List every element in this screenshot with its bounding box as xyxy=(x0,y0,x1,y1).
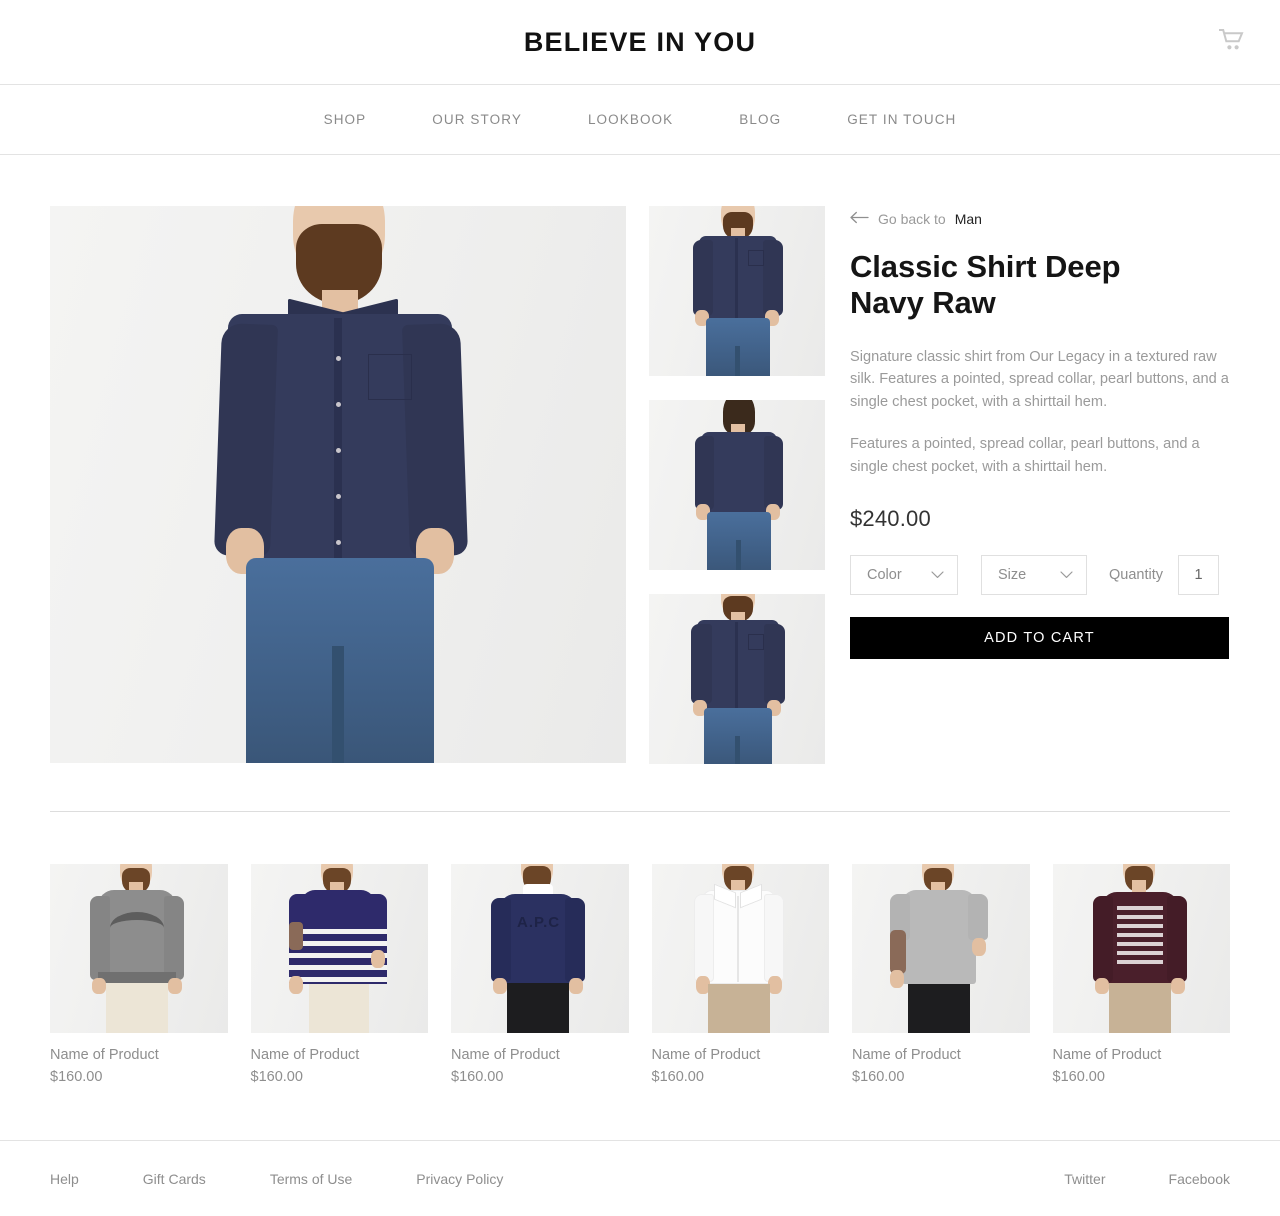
nav-item-our-story[interactable]: OUR STORY xyxy=(399,112,555,127)
product-card-image[interactable] xyxy=(852,864,1030,1033)
main-navigation: SHOP OUR STORY LOOKBOOK BLOG GET IN TOUC… xyxy=(0,85,1280,155)
product-card-image[interactable] xyxy=(651,864,829,1033)
product-card-image[interactable] xyxy=(50,864,228,1033)
product-options: Color Size Quantity xyxy=(850,554,1230,595)
product-card-price: $160.00 xyxy=(651,1069,704,1085)
cart-button[interactable] xyxy=(1212,22,1252,62)
product-card[interactable]: A.P.C Name of Product $160.00 xyxy=(451,864,629,1085)
product-card[interactable]: Name of Product $160.00 xyxy=(1052,864,1230,1085)
product-card-image[interactable] xyxy=(250,864,428,1033)
product-card-name: Name of Product xyxy=(651,1047,761,1063)
product-card-price: $160.00 xyxy=(50,1069,103,1085)
product-card-name: Name of Product xyxy=(451,1047,560,1063)
product-section: Go back to Man Classic Shirt Deep Navy R… xyxy=(0,155,1280,764)
footer-left-links: Help Gift Cards Terms of Use Privacy Pol… xyxy=(50,1171,567,1187)
color-select[interactable]: Color xyxy=(850,554,958,595)
product-description-1: Signature classic shirt from Our Legacy … xyxy=(850,348,1229,410)
related-products-grid: Name of Product $160.00 Name of Product … xyxy=(50,864,1230,1085)
product-price: $240.00 xyxy=(850,505,931,531)
product-card-price: $160.00 xyxy=(250,1069,303,1085)
product-thumbnail-2[interactable] xyxy=(649,400,825,570)
product-thumbnail-list xyxy=(649,206,825,764)
product-thumbnail-1[interactable] xyxy=(649,206,825,376)
chevron-down-icon xyxy=(931,570,944,579)
product-card-image[interactable] xyxy=(1052,864,1230,1033)
product-card-image[interactable]: A.P.C xyxy=(451,864,629,1033)
quantity-label: Quantity xyxy=(1109,566,1163,583)
go-back-category: Man xyxy=(954,211,982,227)
product-card-price: $160.00 xyxy=(1052,1069,1105,1085)
arrow-left-icon xyxy=(850,211,869,227)
quantity-input[interactable] xyxy=(1178,554,1219,595)
go-back-prefix: Go back to xyxy=(878,211,946,227)
site-footer: Help Gift Cards Terms of Use Privacy Pol… xyxy=(0,1140,1280,1216)
footer-link-facebook[interactable]: Facebook xyxy=(1169,1171,1230,1187)
footer-link-help[interactable]: Help xyxy=(50,1171,79,1187)
product-card-name: Name of Product xyxy=(50,1047,159,1063)
section-divider xyxy=(50,811,1230,812)
page-title: Classic Shirt Deep Navy Raw xyxy=(850,249,1121,321)
product-card[interactable]: Name of Product $160.00 xyxy=(250,864,428,1085)
product-card-price: $160.00 xyxy=(451,1069,504,1085)
shopping-cart-icon xyxy=(1219,28,1245,57)
product-description-2: Features a pointed, spread collar, pearl… xyxy=(850,436,1200,475)
product-card[interactable]: Name of Product $160.00 xyxy=(852,864,1030,1085)
footer-link-privacy-policy[interactable]: Privacy Policy xyxy=(416,1171,503,1187)
nav-item-lookbook[interactable]: LOOKBOOK xyxy=(555,112,706,127)
product-card-price: $160.00 xyxy=(852,1069,905,1085)
product-details: Go back to Man Classic Shirt Deep Navy R… xyxy=(850,206,1230,764)
go-back-link[interactable]: Go back to Man xyxy=(850,211,982,227)
product-card[interactable]: Name of Product $160.00 xyxy=(50,864,228,1085)
footer-link-terms-of-use[interactable]: Terms of Use xyxy=(270,1171,352,1187)
product-card-name: Name of Product xyxy=(1052,1047,1162,1063)
product-card-name: Name of Product xyxy=(250,1047,360,1063)
nav-item-blog[interactable]: BLOG xyxy=(706,112,814,127)
chevron-down-icon xyxy=(1060,570,1073,579)
product-card-name: Name of Product xyxy=(852,1047,961,1063)
site-header: BELIEVE IN YOU xyxy=(0,0,1280,85)
footer-link-twitter[interactable]: Twitter xyxy=(1064,1171,1105,1187)
add-to-cart-button[interactable]: ADD TO CART xyxy=(850,616,1229,659)
size-select-label: Size xyxy=(998,566,1027,583)
product-thumbnail-3[interactable] xyxy=(649,594,825,764)
color-select-label: Color xyxy=(867,566,902,583)
footer-link-gift-cards[interactable]: Gift Cards xyxy=(143,1171,206,1187)
brand-title: BELIEVE IN YOU xyxy=(523,26,757,57)
nav-item-get-in-touch[interactable]: GET IN TOUCH xyxy=(814,112,989,127)
product-card[interactable]: Name of Product $160.00 xyxy=(651,864,829,1085)
product-main-image[interactable] xyxy=(50,206,626,763)
size-select[interactable]: Size xyxy=(981,554,1087,595)
footer-right-links: Twitter Facebook xyxy=(1001,1171,1230,1187)
nav-item-shop[interactable]: SHOP xyxy=(291,112,400,127)
